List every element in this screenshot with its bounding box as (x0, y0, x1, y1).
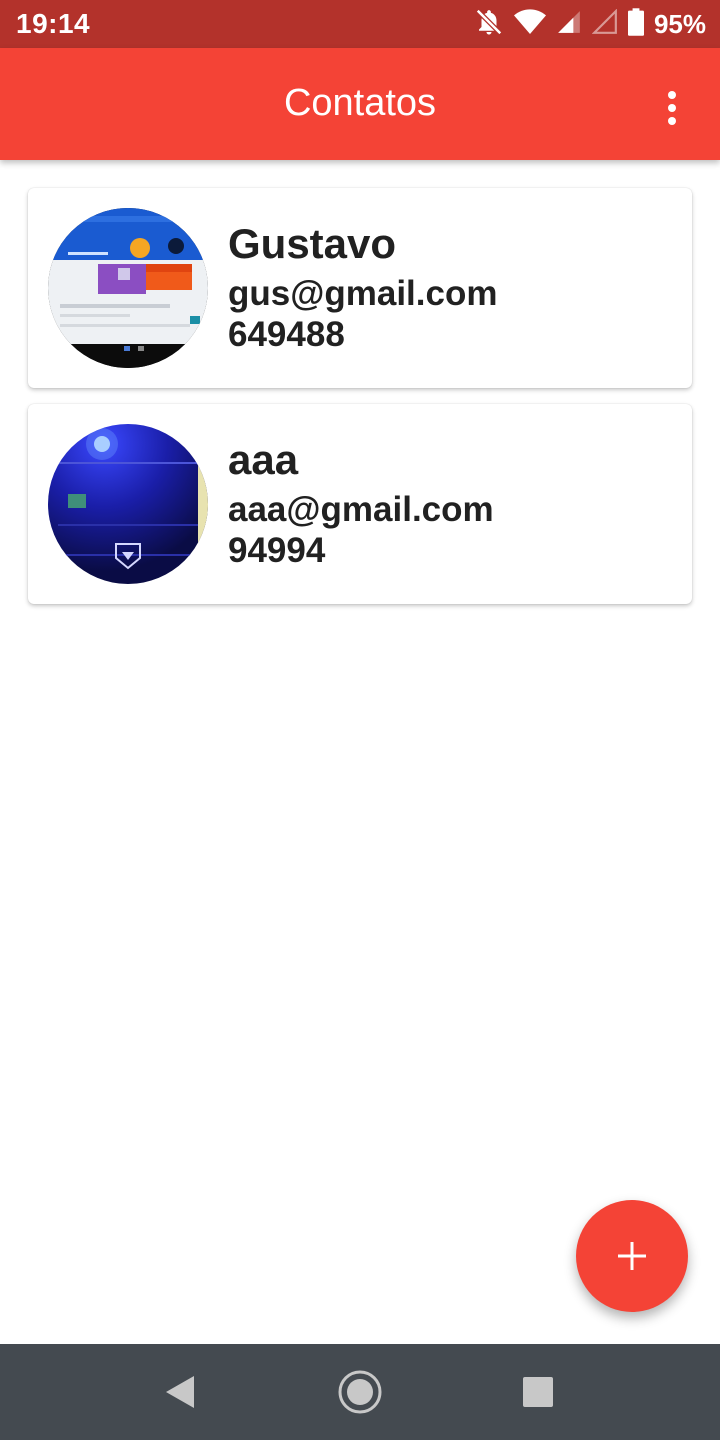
contact-name: Gustavo (228, 220, 397, 267)
contact-phone: 94994 (228, 531, 326, 570)
status-icons: 95% (474, 6, 706, 42)
signal-icon (556, 9, 582, 40)
signal-empty-icon (591, 8, 618, 40)
add-contact-button[interactable] (576, 1200, 688, 1312)
contact-email: aaa@gmail.com (228, 490, 494, 529)
page-title: Contatos (283, 82, 437, 124)
battery-icon (627, 7, 644, 41)
home-icon[interactable] (336, 1368, 384, 1416)
battery-percent: 95% (653, 8, 706, 39)
status-bar: 19:14 95% (0, 0, 720, 48)
avatar (48, 208, 208, 368)
navigation-bar (0, 1344, 720, 1440)
avatar (48, 424, 208, 584)
more-vert-icon[interactable] (648, 84, 696, 132)
wifi-icon (513, 8, 546, 41)
back-icon[interactable] (156, 1368, 204, 1416)
contact-name: aaa (228, 436, 299, 483)
bell-off-icon (474, 7, 504, 42)
status-time: 19:14 (16, 8, 91, 39)
contact-card[interactable]: aaa aaa@gmail.com 94994 (28, 404, 692, 604)
contact-email: gus@gmail.com (228, 274, 498, 313)
recents-icon[interactable] (514, 1368, 562, 1416)
app-bar: Contatos (0, 48, 720, 160)
plus-icon (618, 1242, 646, 1270)
contact-phone: 649488 (228, 315, 345, 354)
contact-card[interactable]: Gustavo gus@gmail.com 649488 (28, 188, 692, 388)
